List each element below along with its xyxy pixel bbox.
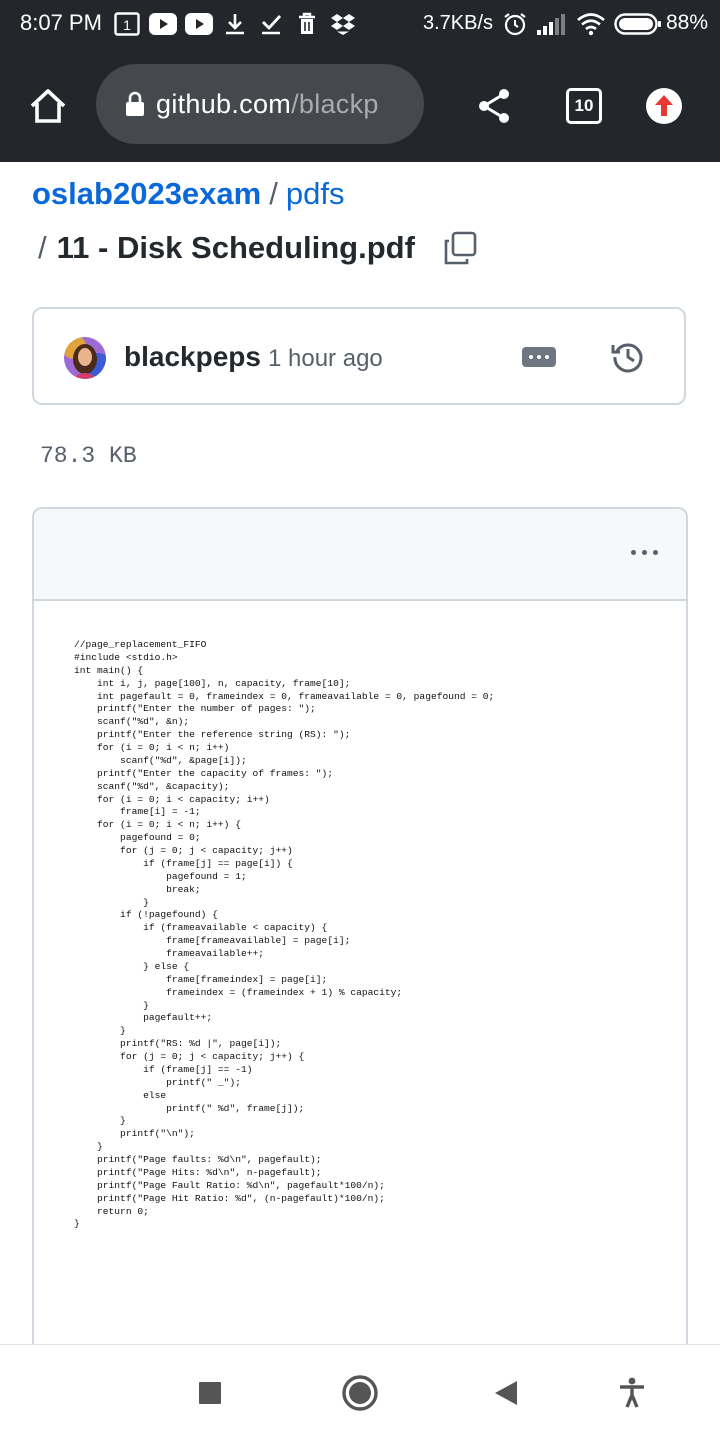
code-line: else — [74, 1089, 167, 1101]
calendar-icon: 1 — [114, 12, 140, 36]
url-text: github.com/blackp — [156, 89, 379, 120]
accessibility-icon[interactable] — [612, 1373, 652, 1413]
code-line: return 0; — [74, 1205, 149, 1217]
pdf-page: //page_replacement_FIFO #include <stdio.… — [34, 601, 686, 1405]
file-name: 11 - Disk Scheduling.pdf — [56, 230, 415, 265]
code-line: pagefound = 1; — [74, 870, 247, 882]
code-line: } — [74, 999, 149, 1011]
url-bar[interactable]: github.com/blackp — [96, 64, 424, 144]
code-line: printf("Page Hits: %d\n", n-pagefault); — [74, 1166, 322, 1178]
breadcrumb-separator: / — [38, 230, 47, 265]
code-line: } — [74, 1115, 126, 1127]
code-line: if (frame[j] == -1) — [74, 1063, 253, 1075]
browser-toolbar: github.com/blackp 10 — [0, 50, 720, 162]
code-line: for (j = 0; j < capacity; j++) { — [74, 1051, 305, 1062]
directory-link[interactable]: pdfs — [286, 176, 345, 211]
youtube-icon — [149, 12, 177, 36]
code-line: #include <stdio.h> — [74, 651, 178, 663]
checkmark-icon — [260, 12, 282, 36]
url-host: github.com — [156, 88, 292, 119]
commit-time: 1 hour ago — [268, 345, 383, 372]
pdf-code-content: //page_replacement_FIFO #include <stdio.… — [74, 639, 494, 1231]
code-line: printf(" _"); — [74, 1076, 241, 1088]
code-line: pagefound = 0; — [74, 832, 201, 844]
code-line: printf("Page Hit Ratio: %d", (n-pagefaul… — [74, 1192, 385, 1204]
copy-path-icon[interactable] — [443, 231, 477, 265]
tab-count: 10 — [566, 88, 602, 124]
code-line: printf(" %d", frame[j]); — [74, 1102, 305, 1114]
code-line: pagefault++; — [74, 1012, 213, 1024]
repo-link[interactable]: oslab2023exam — [32, 176, 261, 211]
latest-commit-box: blackpeps 1 hour ago — [32, 307, 686, 405]
code-line: for (i = 0; i < capacity; i++) — [74, 793, 270, 805]
commit-author[interactable]: blackpeps — [124, 341, 261, 373]
file-viewer: //page_replacement_FIFO #include <stdio.… — [32, 507, 688, 1407]
network-speed: 3.7KB/s — [423, 12, 494, 34]
code-line: printf("Enter the capacity of frames: ")… — [74, 767, 334, 779]
breadcrumb-separator: / — [269, 176, 278, 211]
code-line: scanf("%d", &page[i]); — [74, 754, 247, 766]
code-line: } — [74, 1025, 126, 1037]
code-line: printf("RS: %d |", page[i]); — [74, 1038, 282, 1050]
code-line: } else { — [74, 960, 190, 972]
battery-icon — [614, 12, 662, 36]
share-icon[interactable] — [472, 84, 516, 128]
commit-more-button[interactable] — [522, 347, 556, 367]
code-line: frameavailable++; — [74, 948, 264, 959]
alarm-icon — [503, 12, 527, 36]
svg-text:1: 1 — [123, 17, 131, 33]
breadcrumb: oslab2023exam / pdfs — [32, 176, 344, 212]
file-title-row: / 11 - Disk Scheduling.pdf — [38, 228, 477, 268]
download-icon — [224, 12, 246, 36]
code-line: if (frame[j] == page[i]) { — [74, 857, 293, 869]
code-line: if (!pagefound) { — [74, 909, 218, 921]
update-icon[interactable] — [642, 84, 686, 128]
status-bar: 8:07 PM 1 3.7KB/s 88% — [0, 0, 720, 50]
wifi-icon — [576, 12, 606, 36]
system-nav-bar — [0, 1344, 720, 1441]
file-size: 78.3 KB — [40, 443, 137, 469]
youtube-icon — [185, 12, 213, 36]
code-line: } — [74, 1141, 103, 1153]
code-line: printf("Enter the reference string (RS):… — [74, 729, 351, 741]
home-icon[interactable] — [26, 84, 70, 128]
code-line: frame[frameindex] = page[i]; — [74, 973, 328, 985]
dropbox-icon — [330, 12, 356, 36]
code-line: for (i = 0; i < n; i++) — [74, 742, 230, 753]
lock-icon — [124, 91, 146, 117]
code-line: } — [74, 1218, 80, 1230]
code-line: //page_replacement_FIFO — [74, 639, 207, 650]
trash-icon — [296, 12, 318, 36]
recents-icon[interactable] — [190, 1373, 230, 1413]
viewer-header — [34, 509, 686, 601]
code-line: scanf("%d", &capacity); — [74, 780, 230, 792]
tab-switcher-icon[interactable]: 10 — [562, 84, 606, 128]
back-icon[interactable] — [486, 1373, 526, 1413]
code-line: } — [74, 896, 149, 908]
code-line: frame[frameavailable] = page[i]; — [74, 935, 351, 947]
status-time: 8:07 PM — [20, 10, 102, 35]
code-line: break; — [74, 883, 201, 895]
code-line: for (j = 0; j < capacity; j++) — [74, 845, 293, 856]
code-line: int pagefault = 0, frameindex = 0, frame… — [74, 690, 495, 702]
more-options-icon[interactable] — [631, 550, 658, 555]
code-line: frame[i] = -1; — [74, 806, 201, 818]
url-path: /blackp — [291, 88, 379, 119]
code-line: int main() { — [74, 664, 144, 676]
code-line: printf("Enter the number of pages: "); — [74, 703, 316, 715]
avatar[interactable] — [64, 337, 106, 379]
code-line: printf("Page Fault Ratio: %d\n", pagefau… — [74, 1179, 385, 1191]
code-line: int i, j, page[100], n, capacity, frame[… — [74, 677, 351, 689]
code-line: printf("\n"); — [74, 1128, 195, 1140]
battery-percent: 88% — [666, 11, 709, 34]
code-line: printf("Page faults: %d\n", pagefault); — [74, 1154, 322, 1165]
code-line: frameindex = (frameindex + 1) % capacity… — [74, 986, 403, 998]
history-icon[interactable] — [610, 339, 646, 380]
home-icon[interactable] — [340, 1373, 380, 1413]
code-line: for (i = 0; i < n; i++) { — [74, 819, 241, 831]
signal-icon — [536, 12, 566, 36]
code-line: scanf("%d", &n); — [74, 716, 190, 728]
code-line: if (frameavailable < capacity) { — [74, 922, 328, 934]
